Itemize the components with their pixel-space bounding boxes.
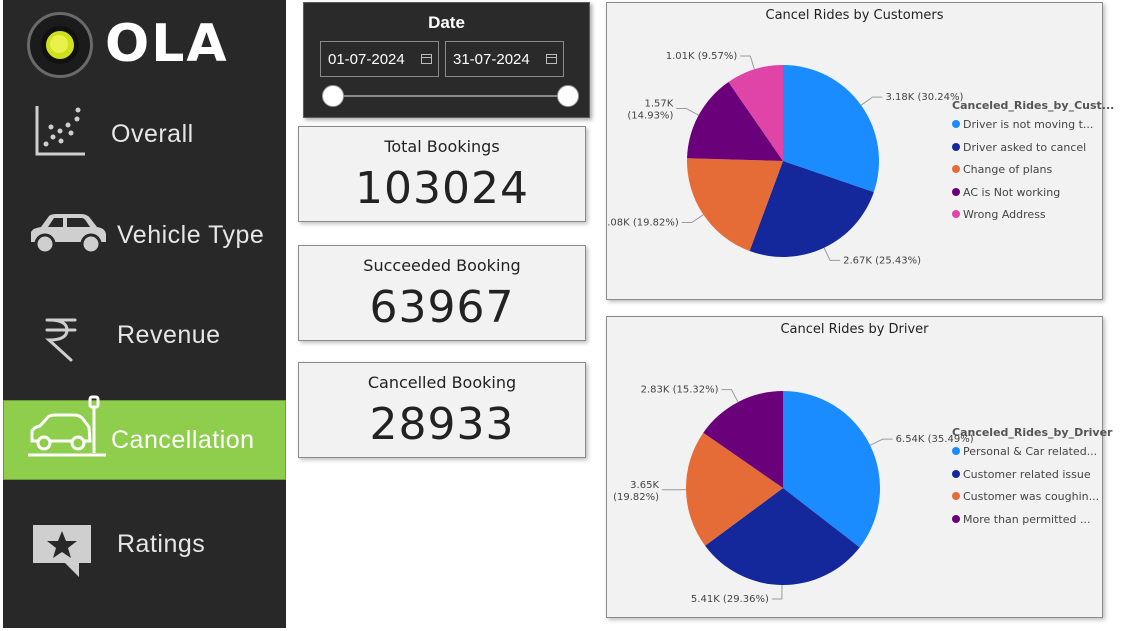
legend-item[interactable]: Personal & Car related... <box>952 445 1112 468</box>
legend-item[interactable]: Customer was coughin... <box>952 490 1112 513</box>
calendar-icon[interactable] <box>421 54 432 64</box>
legend-item[interactable]: AC is Not working <box>952 186 1114 209</box>
legend-dot-icon <box>952 210 960 218</box>
legend-item[interactable]: Change of plans <box>952 163 1114 186</box>
data-label: 2.67K (25.43%) <box>843 255 921 266</box>
sidebar: OLA Overall Vehicle Type Revenue Cancell… <box>3 0 286 628</box>
leader-line <box>681 214 704 224</box>
kpi-label: Cancelled Booking <box>367 373 517 392</box>
date-range-start-handle[interactable] <box>322 85 344 107</box>
nav-item-cancellation[interactable]: Cancellation <box>3 395 286 480</box>
scatter-chart-icon <box>35 106 85 156</box>
rupee-icon <box>45 318 77 362</box>
nav-item-overall[interactable]: Overall <box>3 94 286 174</box>
legend-dot-icon <box>952 142 960 151</box>
date-filter: Date 01-07-2024 31-07-2024 <box>303 2 590 118</box>
legend-dot-icon <box>952 469 960 478</box>
kpi-value: 103024 <box>355 163 529 214</box>
legend-dot-icon <box>952 120 960 128</box>
ola-logo-icon <box>27 12 93 78</box>
legend-dot-icon <box>952 514 960 523</box>
legend-label: Driver is not moving t... <box>963 118 1094 131</box>
legend-item[interactable]: Driver is not moving t... <box>952 118 1114 141</box>
leader-line <box>860 96 883 106</box>
kpi-value: 28933 <box>369 399 515 450</box>
legend-label: Personal & Car related... <box>963 445 1098 458</box>
chart-cancel-by-driver: Cancel Rides by Driver 6.54K (35.49%) 5.4… <box>606 316 1112 618</box>
calendar-icon[interactable] <box>546 54 557 64</box>
end-date-value: 31-07-2024 <box>453 51 530 68</box>
nav-label-revenue: Revenue <box>117 321 221 349</box>
legend-dot-icon <box>952 492 960 500</box>
legend-item[interactable]: More than permitted ... <box>952 513 1112 536</box>
brand-name: OLA <box>105 14 229 74</box>
legend-label: Wrong Address <box>963 208 1046 221</box>
leader-line <box>740 55 755 70</box>
data-label: 3.65K (19.82%) <box>613 480 659 503</box>
kpi-label: Total Bookings <box>384 137 500 156</box>
legend-dot-icon <box>952 187 960 196</box>
start-date-input[interactable]: 01-07-2024 <box>320 41 439 77</box>
data-label: 5.41K (29.36%) <box>691 594 769 605</box>
legend-label: Customer related issue <box>963 467 1091 481</box>
kpi-total-bookings: Total Bookings 103024 <box>298 126 586 222</box>
ola-logo: OLA <box>27 12 227 78</box>
legend-label: Change of plans <box>963 163 1053 176</box>
car-icon <box>31 214 106 255</box>
legend-label: Driver asked to cancel <box>963 140 1087 154</box>
data-label: 1.01K (9.57%) <box>666 51 738 62</box>
legend-dot-icon <box>952 447 960 455</box>
nav-item-ratings[interactable]: Ratings <box>3 505 286 585</box>
kpi-label: Succeeded Booking <box>363 256 521 275</box>
nav-item-vehicle-type[interactable]: Vehicle Type <box>3 196 286 276</box>
car-crash-icon <box>28 395 106 457</box>
nav-label-vehicle-type: Vehicle Type <box>117 221 265 249</box>
nav-label-cancellation: Cancellation <box>111 426 255 454</box>
legend-title: Canceled_Rides_by_Driver <box>952 426 1113 439</box>
legend-title: Canceled_Rides_by_Cust... <box>952 99 1115 112</box>
legend-dot-icon <box>952 165 960 173</box>
data-label: 2.83K (15.32%) <box>641 385 719 396</box>
start-date-value: 01-07-2024 <box>328 51 405 68</box>
star-message-icon <box>33 525 91 577</box>
legend-item[interactable]: Driver asked to cancel <box>952 141 1114 164</box>
leader-line <box>823 247 841 261</box>
legend-label: More than permitted ... <box>963 512 1091 526</box>
legend-item[interactable]: Customer related issue <box>952 468 1112 491</box>
legend-label: Customer was coughin... <box>963 490 1100 503</box>
legend-item[interactable]: Wrong Address <box>952 208 1114 231</box>
legend-label: AC is Not working <box>963 185 1061 199</box>
chart-legend: Canceled_Rides_by_Driver Personal & Car … <box>952 426 1112 535</box>
chart-legend: Canceled_Rides_by_Cust... Driver is not … <box>952 99 1114 231</box>
data-label: 2.08K (19.82%) <box>607 218 679 229</box>
nav-item-revenue[interactable]: Revenue <box>3 296 286 376</box>
end-date-input[interactable]: 31-07-2024 <box>445 41 564 77</box>
date-range-end-handle[interactable] <box>557 85 579 107</box>
kpi-value: 63967 <box>369 282 515 333</box>
leader-line <box>676 107 699 116</box>
leader-line <box>721 389 739 403</box>
kpi-cancelled-booking: Cancelled Booking 28933 <box>298 362 586 458</box>
leader-line <box>869 438 893 446</box>
chart-cancel-by-customers: Cancel Rides by Customers 3.18K (30.24%)… <box>606 2 1114 300</box>
date-range-track <box>334 95 569 97</box>
date-filter-title: Date <box>428 13 465 32</box>
nav-label-ratings: Ratings <box>117 530 206 558</box>
data-label: 1.57K (14.93%) <box>627 98 673 121</box>
leader-line <box>771 584 783 600</box>
kpi-succeeded-booking: Succeeded Booking 63967 <box>298 245 586 341</box>
nav-label-overall: Overall <box>111 120 194 148</box>
